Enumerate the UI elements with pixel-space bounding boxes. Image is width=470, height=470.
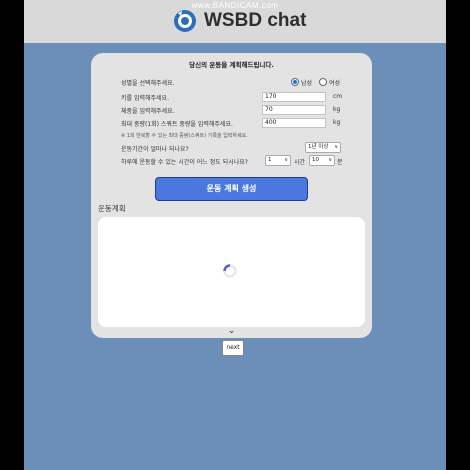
workout-form-card: 당신의 운동을 계획해드립니다. 성별을 선택해주세요. 남성 여성 키를 입력…: [91, 53, 372, 338]
period-label: 운동기간이 얼마나 되나요?: [121, 146, 189, 153]
period-select[interactable]: 1년 이상: [305, 142, 341, 153]
app-frame: www.BANDICAM.com WSBD chat 당신의 운동을 계획해드립…: [24, 0, 446, 470]
minutes-unit: 분: [337, 159, 343, 166]
gender-label: 성별을 선택해주세요.: [121, 80, 175, 87]
plan-heading: 운동계획: [98, 204, 126, 213]
chevron-down-icon[interactable]: ⌄: [91, 326, 372, 336]
squat-input[interactable]: 400: [262, 118, 326, 128]
gender-female-radio[interactable]: [319, 78, 327, 86]
squat-note: ※ 1회 반복할 수 있는 최대 중량(스쿼트) 기록을 입력하세요.: [121, 133, 248, 139]
plan-output-box: [98, 217, 365, 327]
gender-male-label: 남성: [301, 80, 313, 87]
time-label: 하루에 운동할 수 있는 시간이 어느 정도 되시나요?: [121, 159, 248, 166]
gender-female-label: 여성: [329, 80, 341, 87]
form-title: 당신의 운동을 계획해드립니다.: [189, 61, 274, 69]
squat-unit: kg: [333, 119, 341, 126]
height-unit: cm: [333, 93, 343, 100]
hours-unit: 시간: [294, 159, 306, 166]
squat-label: 최대 중량(1회) 스쿼트 중량을 입력해주세요.: [121, 121, 233, 128]
weight-unit: kg: [333, 106, 341, 113]
next-button[interactable]: next: [222, 340, 244, 356]
hours-select[interactable]: 1: [265, 155, 291, 166]
height-label: 키를 입력해주세요.: [121, 95, 169, 102]
minutes-select[interactable]: 10: [309, 155, 335, 166]
chat-logo-icon: [174, 10, 196, 32]
loading-spinner-icon: [223, 264, 237, 278]
height-input[interactable]: 170: [262, 92, 326, 102]
gender-male-radio[interactable]: [291, 78, 299, 86]
weight-label: 체중을 입력해주세요.: [121, 108, 175, 115]
generate-plan-button[interactable]: 운동 계획 생성: [155, 177, 308, 201]
brand-title: WSBD chat: [204, 10, 307, 31]
weight-input[interactable]: 70: [262, 105, 326, 115]
header: www.BANDICAM.com WSBD chat: [24, 0, 446, 43]
